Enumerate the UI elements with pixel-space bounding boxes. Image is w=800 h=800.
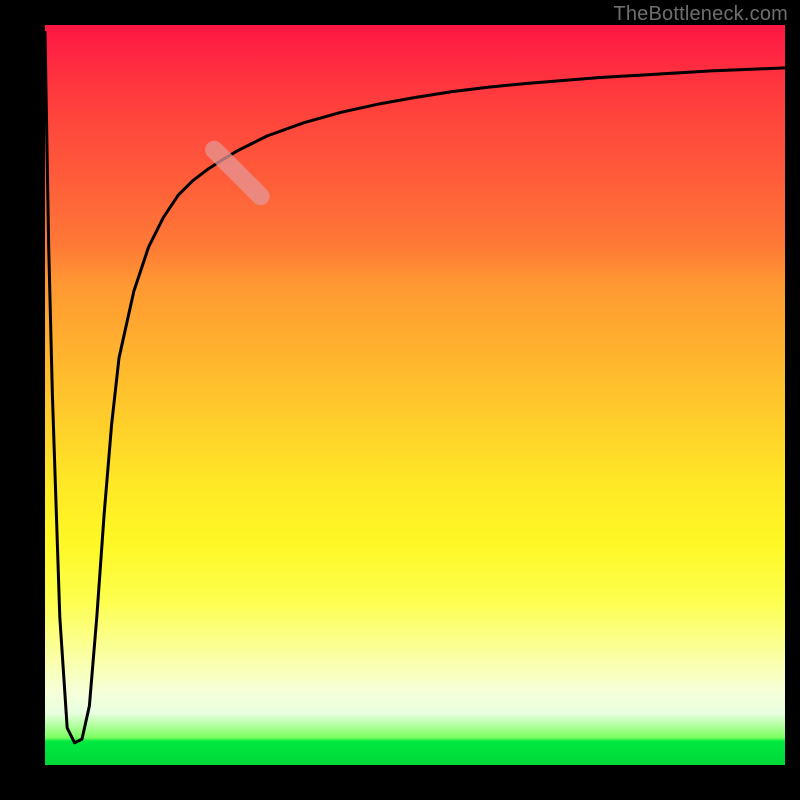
chart-frame: TheBottleneck.com	[0, 0, 800, 800]
curve-line	[45, 32, 785, 742]
plot-area	[45, 25, 785, 765]
attribution-label: TheBottleneck.com	[613, 3, 788, 26]
curve-layer	[45, 25, 785, 765]
highlight-pill	[201, 137, 273, 209]
